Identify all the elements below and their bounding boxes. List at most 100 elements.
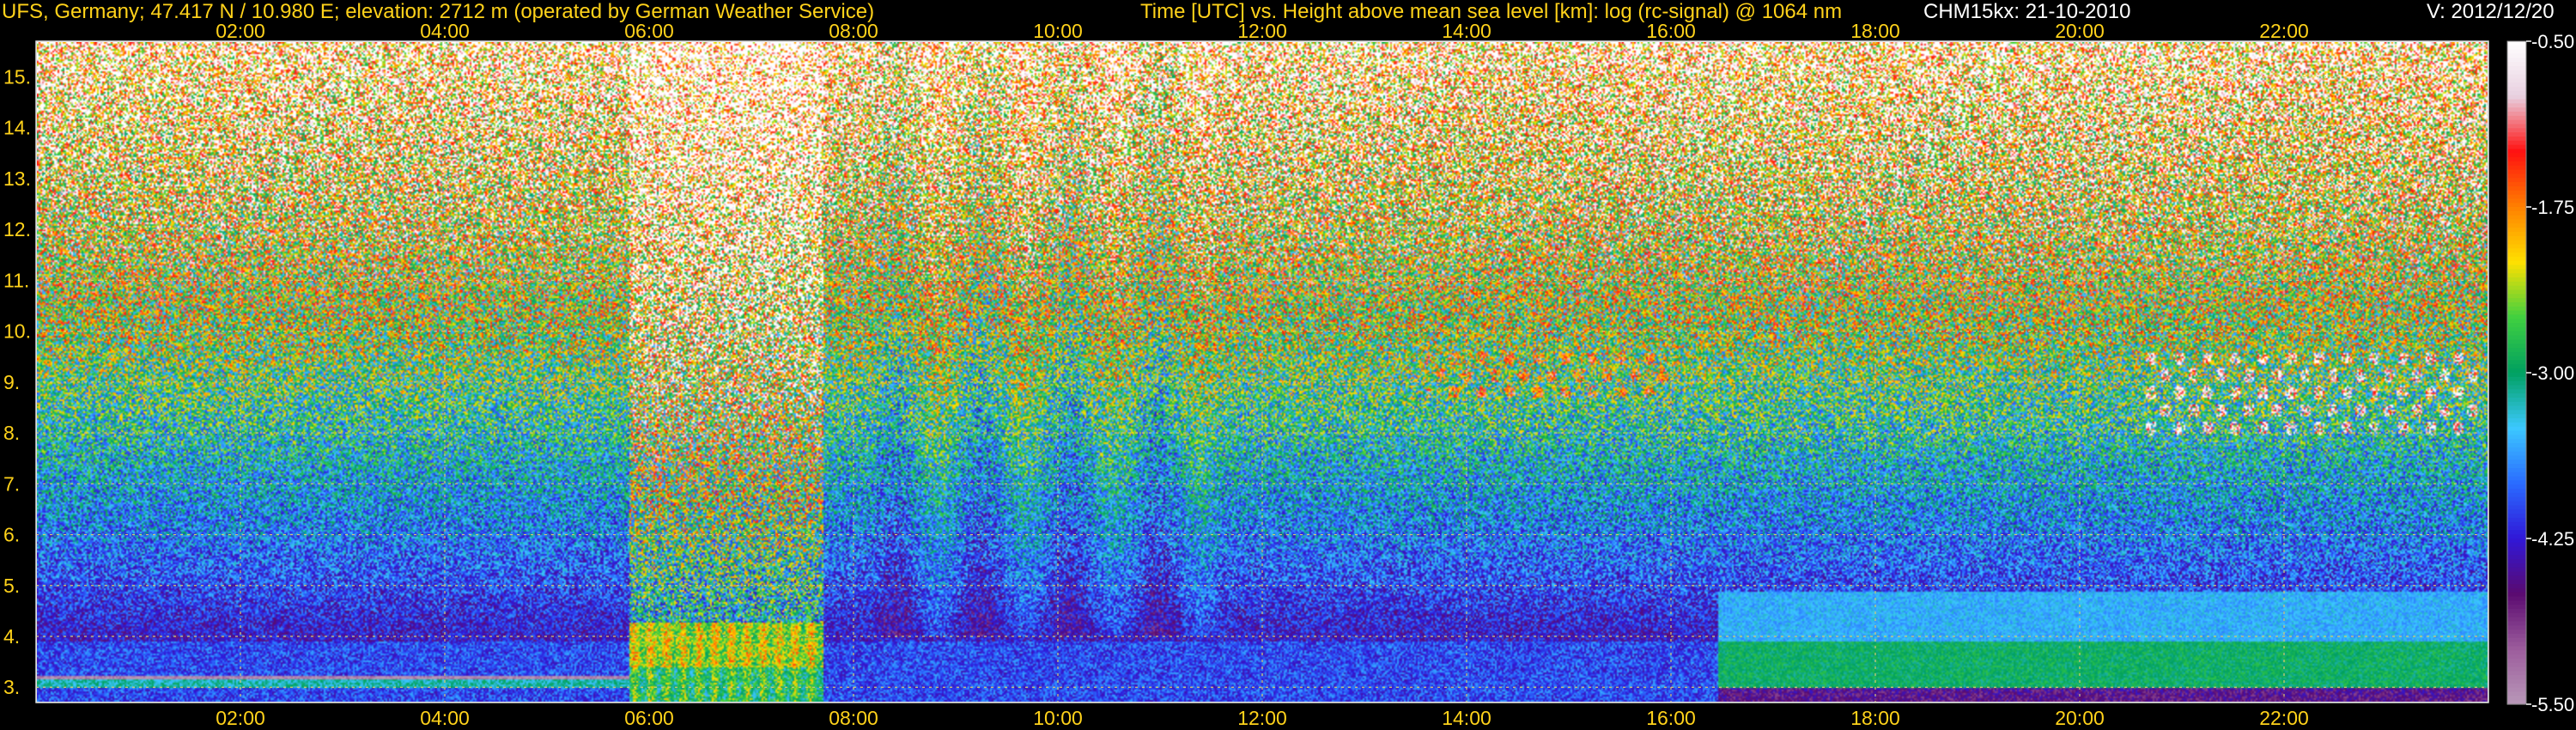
colorbar-segment	[2507, 596, 2526, 601]
colorbar-segment	[2507, 223, 2526, 228]
x-tick-label-top: 04:00	[420, 20, 470, 42]
colorbar-segment	[2507, 633, 2526, 639]
colorbar-segment	[2507, 198, 2526, 204]
colorbar-segment	[2507, 103, 2526, 108]
colorbar-segment	[2507, 471, 2526, 478]
colorbar-segment	[2507, 609, 2526, 614]
colorbar-segment	[2507, 575, 2526, 581]
y-tick-label: 4.	[3, 625, 20, 648]
colorbar-segment	[2507, 584, 2526, 589]
colorbar-segment	[2507, 132, 2526, 137]
y-tick-label: 7.	[3, 472, 20, 495]
x-tick-label-top: 10:00	[1033, 20, 1083, 42]
y-tick-label: 14.	[3, 117, 31, 139]
y-tick-label: 5.	[3, 575, 20, 597]
x-tick-label-bottom: 06:00	[624, 707, 674, 729]
colorbar-segment	[2507, 587, 2526, 593]
colorbar-segment	[2507, 115, 2526, 121]
colorbar-tick-label: -4.25	[2531, 528, 2574, 550]
colorbar-segment	[2507, 169, 2526, 174]
colorbar-segment	[2507, 149, 2526, 154]
y-tick-label: 6.	[3, 524, 20, 546]
colorbar-segment	[2507, 443, 2526, 448]
colorbar-segment	[2507, 526, 2526, 531]
colorbar-segment	[2507, 476, 2526, 482]
colorbar-segment	[2507, 580, 2526, 585]
colorbar-segment	[2507, 173, 2526, 179]
colorbar-segment	[2507, 650, 2526, 655]
colorbar-segment	[2507, 70, 2526, 76]
colorbar-segment	[2507, 675, 2526, 680]
colorbar-segment	[2507, 658, 2526, 664]
x-tick-label-bottom: 16:00	[1646, 707, 1696, 729]
colorbar-segment	[2507, 630, 2526, 635]
colorbar-segment	[2507, 492, 2526, 498]
colorbar-segment	[2507, 376, 2526, 382]
colorbar-segment	[2507, 351, 2526, 357]
x-tick-label-top: 18:00	[1850, 20, 1900, 42]
colorbar-tick-label: -5.50	[2531, 694, 2574, 715]
colorbar-segment	[2507, 78, 2526, 83]
colorbar-segment	[2507, 696, 2526, 701]
colorbar-segment	[2507, 244, 2526, 249]
colorbar-segment	[2507, 157, 2526, 162]
x-tick-label-top: 16:00	[1646, 20, 1696, 42]
colorbar-segment	[2507, 339, 2526, 344]
y-tick-label: 8.	[3, 422, 20, 444]
x-tick-label-bottom: 10:00	[1033, 707, 1083, 729]
colorbar-segment	[2507, 397, 2526, 403]
colorbar-segment	[2507, 269, 2526, 274]
y-tick-label: 9.	[3, 371, 20, 393]
colorbar-segment	[2507, 380, 2526, 386]
colorbar-segment	[2507, 128, 2526, 133]
y-tick-label: 12.	[3, 218, 31, 240]
colorbar-segment	[2507, 298, 2526, 303]
colorbar-segment	[2507, 592, 2526, 598]
colorbar-segment	[2507, 215, 2526, 221]
colorbar-segment	[2507, 393, 2526, 398]
colorbar-segment	[2507, 194, 2526, 199]
colorbar-segment	[2507, 319, 2526, 324]
colorbar-segment	[2507, 203, 2526, 208]
colorbar-segment	[2507, 459, 2526, 465]
x-tick-label-top: 20:00	[2055, 20, 2105, 42]
colorbar-segment	[2507, 82, 2526, 88]
colorbar-segment	[2507, 551, 2526, 556]
colorbar-segment	[2507, 617, 2526, 623]
colorbar-segment	[2507, 326, 2526, 332]
y-tick-label: 13.	[3, 167, 31, 190]
colorbar-segment	[2507, 360, 2526, 365]
colorbar-tick-label: -0.50	[2531, 31, 2574, 52]
colorbar-segment	[2507, 186, 2526, 192]
colorbar-segment	[2507, 58, 2526, 63]
colorbar-segment	[2507, 99, 2526, 104]
colorbar-segment	[2507, 294, 2526, 299]
colorbar-segment	[2507, 107, 2526, 113]
colorbar-segment	[2507, 277, 2526, 283]
colorbar-segment	[2507, 87, 2526, 92]
y-tick-label: 11.	[3, 269, 29, 291]
colorbar-segment	[2507, 331, 2526, 337]
colorbar-segment	[2507, 373, 2526, 378]
colorbar-segment	[2507, 94, 2526, 100]
colorbar-segment	[2507, 467, 2526, 473]
colorbar-segment	[2507, 53, 2526, 58]
colorbar-segment	[2507, 335, 2526, 340]
colorbar-segment	[2507, 207, 2526, 212]
colorbar-segment	[2507, 385, 2526, 390]
colorbar-segment	[2507, 422, 2526, 428]
colorbar-segment	[2507, 281, 2526, 287]
colorbar-segment	[2507, 182, 2526, 187]
x-tick-label-bottom: 12:00	[1237, 707, 1287, 729]
colorbar-segment	[2507, 112, 2526, 117]
colorbar-segment	[2507, 178, 2526, 183]
x-tick-label-top: 06:00	[624, 20, 674, 42]
colorbar-segment	[2507, 439, 2526, 444]
colorbar-segment	[2507, 642, 2526, 648]
colorbar-segment	[2507, 153, 2526, 158]
colorbar-segment	[2507, 410, 2526, 415]
colorbar-segment	[2507, 418, 2526, 423]
colorbar-segment	[2507, 501, 2526, 506]
colorbar-segment	[2507, 430, 2526, 435]
colorbar-segment	[2507, 240, 2526, 246]
